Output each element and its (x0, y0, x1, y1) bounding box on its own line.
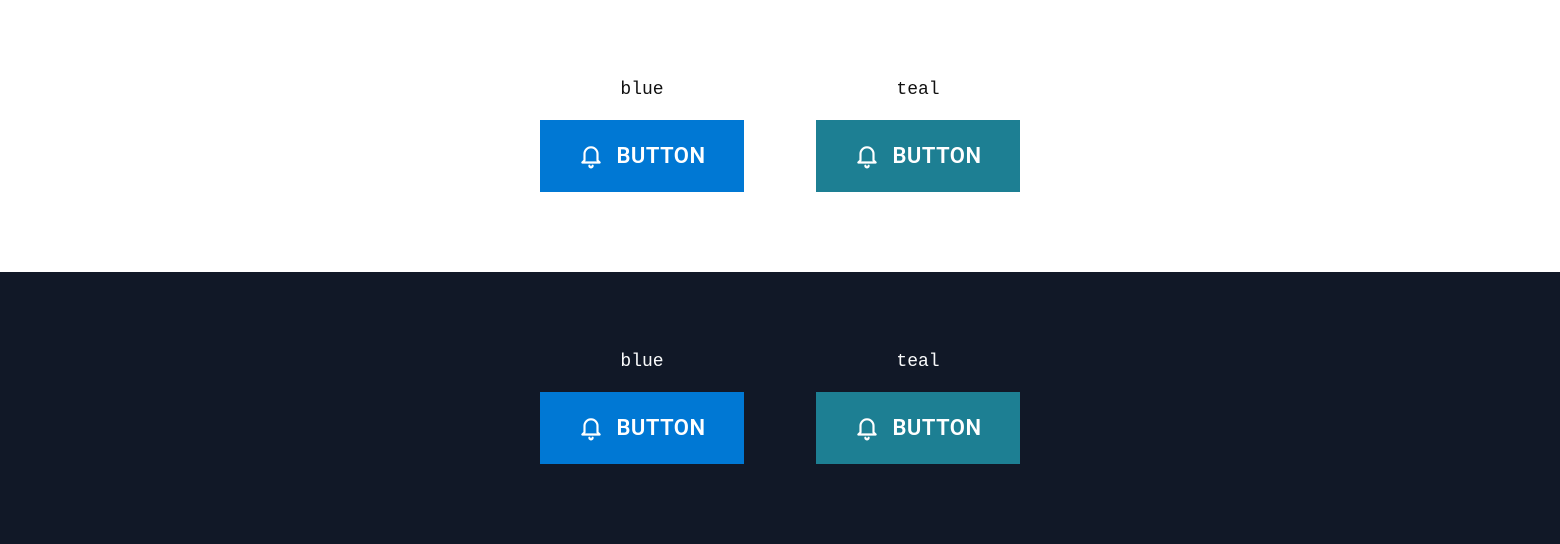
caption-blue: blue (620, 352, 663, 372)
bell-icon (578, 415, 604, 441)
blue-button[interactable]: BUTTON (540, 120, 744, 192)
blue-button[interactable]: BUTTON (540, 392, 744, 464)
teal-button[interactable]: BUTTON (816, 120, 1020, 192)
caption-blue: blue (620, 80, 663, 100)
swatch-teal-dark: teal BUTTON (816, 352, 1020, 464)
caption-teal: teal (896, 80, 939, 100)
swatch-blue-dark: blue BUTTON (540, 352, 744, 464)
button-label: BUTTON (616, 416, 705, 441)
panel-dark: blue BUTTON teal BUTTON (0, 272, 1560, 544)
panel-light: blue BUTTON teal BUTTON (0, 0, 1560, 272)
caption-teal: teal (896, 352, 939, 372)
swatch-teal-light: teal BUTTON (816, 80, 1020, 192)
swatch-blue-light: blue BUTTON (540, 80, 744, 192)
bell-icon (854, 143, 880, 169)
button-label: BUTTON (892, 416, 981, 441)
button-label: BUTTON (616, 144, 705, 169)
bell-icon (854, 415, 880, 441)
teal-button[interactable]: BUTTON (816, 392, 1020, 464)
button-label: BUTTON (892, 144, 981, 169)
bell-icon (578, 143, 604, 169)
